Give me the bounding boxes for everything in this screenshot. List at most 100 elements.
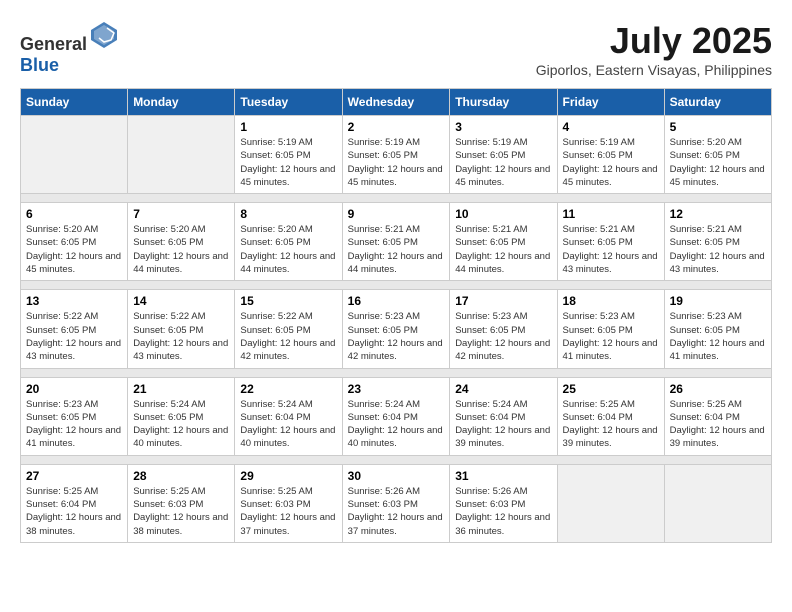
day-number: 28 <box>133 469 229 483</box>
cell-info: Sunrise: 5:24 AMSunset: 6:04 PMDaylight:… <box>455 398 551 451</box>
day-number: 17 <box>455 294 551 308</box>
calendar-day-header: Tuesday <box>235 89 342 116</box>
day-number: 23 <box>348 382 445 396</box>
cell-info: Sunrise: 5:21 AMSunset: 6:05 PMDaylight:… <box>455 223 551 276</box>
calendar-cell: 29 Sunrise: 5:25 AMSunset: 6:03 PMDayligh… <box>235 464 342 542</box>
cell-info: Sunrise: 5:21 AMSunset: 6:05 PMDaylight:… <box>348 223 445 276</box>
day-number: 25 <box>563 382 659 396</box>
cell-info: Sunrise: 5:22 AMSunset: 6:05 PMDaylight:… <box>133 310 229 363</box>
calendar-week-row: 27 Sunrise: 5:25 AMSunset: 6:04 PMDayligh… <box>21 464 772 542</box>
day-number: 16 <box>348 294 445 308</box>
cell-info: Sunrise: 5:22 AMSunset: 6:05 PMDaylight:… <box>240 310 336 363</box>
cell-info: Sunrise: 5:21 AMSunset: 6:05 PMDaylight:… <box>563 223 659 276</box>
day-number: 6 <box>26 207 122 221</box>
calendar-day-header: Friday <box>557 89 664 116</box>
calendar-day-header: Wednesday <box>342 89 450 116</box>
cell-info: Sunrise: 5:24 AMSunset: 6:04 PMDaylight:… <box>240 398 336 451</box>
calendar-day-header: Thursday <box>450 89 557 116</box>
calendar-cell: 12 Sunrise: 5:21 AMSunset: 6:05 PMDayligh… <box>664 203 771 281</box>
cell-info: Sunrise: 5:26 AMSunset: 6:03 PMDaylight:… <box>348 485 445 538</box>
cell-info: Sunrise: 5:23 AMSunset: 6:05 PMDaylight:… <box>670 310 766 363</box>
cell-info: Sunrise: 5:23 AMSunset: 6:05 PMDaylight:… <box>26 398 122 451</box>
cell-info: Sunrise: 5:25 AMSunset: 6:04 PMDaylight:… <box>26 485 122 538</box>
day-number: 24 <box>455 382 551 396</box>
month-year: July 2025 <box>536 20 772 62</box>
cell-info: Sunrise: 5:23 AMSunset: 6:05 PMDaylight:… <box>455 310 551 363</box>
cell-info: Sunrise: 5:20 AMSunset: 6:05 PMDaylight:… <box>26 223 122 276</box>
calendar-cell: 30 Sunrise: 5:26 AMSunset: 6:03 PMDayligh… <box>342 464 450 542</box>
cell-info: Sunrise: 5:25 AMSunset: 6:03 PMDaylight:… <box>240 485 336 538</box>
calendar-cell: 1Sunrise: 5:19 AMSunset: 6:05 PMDaylight… <box>235 116 342 194</box>
cell-info: Sunrise: 5:19 AMSunset: 6:05 PMDaylight:… <box>240 136 336 189</box>
day-number: 15 <box>240 294 336 308</box>
calendar-cell: 24 Sunrise: 5:24 AMSunset: 6:04 PMDayligh… <box>450 377 557 455</box>
calendar-cell: 11 Sunrise: 5:21 AMSunset: 6:05 PMDayligh… <box>557 203 664 281</box>
day-number: 30 <box>348 469 445 483</box>
week-separator <box>21 368 772 377</box>
cell-info: Sunrise: 5:25 AMSunset: 6:03 PMDaylight:… <box>133 485 229 538</box>
day-number: 18 <box>563 294 659 308</box>
logo-icon <box>89 20 119 50</box>
calendar-week-row: 1Sunrise: 5:19 AMSunset: 6:05 PMDaylight… <box>21 116 772 194</box>
day-number: 3 <box>455 120 551 134</box>
calendar-cell: 10Sunrise: 5:21 AMSunset: 6:05 PMDayligh… <box>450 203 557 281</box>
cell-info: Sunrise: 5:20 AMSunset: 6:05 PMDaylight:… <box>133 223 229 276</box>
cell-info: Sunrise: 5:20 AMSunset: 6:05 PMDaylight:… <box>240 223 336 276</box>
logo-general-text: General <box>20 34 87 54</box>
calendar-cell <box>21 116 128 194</box>
cell-info: Sunrise: 5:21 AMSunset: 6:05 PMDaylight:… <box>670 223 766 276</box>
day-number: 29 <box>240 469 336 483</box>
day-number: 12 <box>670 207 766 221</box>
calendar-cell: 16Sunrise: 5:23 AMSunset: 6:05 PMDayligh… <box>342 290 450 368</box>
calendar-cell: 27 Sunrise: 5:25 AMSunset: 6:04 PMDayligh… <box>21 464 128 542</box>
cell-info: Sunrise: 5:19 AMSunset: 6:05 PMDaylight:… <box>348 136 445 189</box>
calendar-cell: 7Sunrise: 5:20 AMSunset: 6:05 PMDaylight… <box>128 203 235 281</box>
calendar-cell: 14 Sunrise: 5:22 AMSunset: 6:05 PMDayligh… <box>128 290 235 368</box>
calendar-cell: 15 Sunrise: 5:22 AMSunset: 6:05 PMDayligh… <box>235 290 342 368</box>
cell-info: Sunrise: 5:24 AMSunset: 6:05 PMDaylight:… <box>133 398 229 451</box>
calendar-cell: 22 Sunrise: 5:24 AMSunset: 6:04 PMDayligh… <box>235 377 342 455</box>
calendar-header-row: SundayMondayTuesdayWednesdayThursdayFrid… <box>21 89 772 116</box>
calendar-week-row: 20Sunrise: 5:23 AMSunset: 6:05 PMDayligh… <box>21 377 772 455</box>
calendar-cell: 19Sunrise: 5:23 AMSunset: 6:05 PMDayligh… <box>664 290 771 368</box>
calendar-cell: 21 Sunrise: 5:24 AMSunset: 6:05 PMDayligh… <box>128 377 235 455</box>
calendar-cell: 20Sunrise: 5:23 AMSunset: 6:05 PMDayligh… <box>21 377 128 455</box>
day-number: 5 <box>670 120 766 134</box>
cell-info: Sunrise: 5:22 AMSunset: 6:05 PMDaylight:… <box>26 310 122 363</box>
day-number: 14 <box>133 294 229 308</box>
calendar-cell <box>664 464 771 542</box>
day-number: 9 <box>348 207 445 221</box>
day-number: 22 <box>240 382 336 396</box>
calendar-cell: 18 Sunrise: 5:23 AMSunset: 6:05 PMDayligh… <box>557 290 664 368</box>
logo: General Blue <box>20 20 119 76</box>
day-number: 21 <box>133 382 229 396</box>
calendar-cell: 25Sunrise: 5:25 AMSunset: 6:04 PMDayligh… <box>557 377 664 455</box>
calendar-cell: 6 Sunrise: 5:20 AMSunset: 6:05 PMDaylight… <box>21 203 128 281</box>
week-separator <box>21 281 772 290</box>
week-separator <box>21 194 772 203</box>
calendar-cell: 13Sunrise: 5:22 AMSunset: 6:05 PMDayligh… <box>21 290 128 368</box>
calendar-cell: 17 Sunrise: 5:23 AMSunset: 6:05 PMDayligh… <box>450 290 557 368</box>
day-number: 26 <box>670 382 766 396</box>
logo-blue-text: Blue <box>20 55 59 75</box>
calendar-cell: 8Sunrise: 5:20 AMSunset: 6:05 PMDaylight… <box>235 203 342 281</box>
cell-info: Sunrise: 5:19 AMSunset: 6:05 PMDaylight:… <box>455 136 551 189</box>
day-number: 27 <box>26 469 122 483</box>
location: Giporlos, Eastern Visayas, Philippines <box>536 62 772 78</box>
calendar-cell: 26 Sunrise: 5:25 AMSunset: 6:04 PMDayligh… <box>664 377 771 455</box>
calendar-cell: 2Sunrise: 5:19 AMSunset: 6:05 PMDaylight… <box>342 116 450 194</box>
cell-info: Sunrise: 5:25 AMSunset: 6:04 PMDaylight:… <box>670 398 766 451</box>
calendar-cell: 31Sunrise: 5:26 AMSunset: 6:03 PMDayligh… <box>450 464 557 542</box>
day-number: 11 <box>563 207 659 221</box>
calendar-week-row: 13Sunrise: 5:22 AMSunset: 6:05 PMDayligh… <box>21 290 772 368</box>
day-number: 31 <box>455 469 551 483</box>
calendar-cell: 5 Sunrise: 5:20 AMSunset: 6:05 PMDaylight… <box>664 116 771 194</box>
week-separator <box>21 455 772 464</box>
cell-info: Sunrise: 5:19 AMSunset: 6:05 PMDaylight:… <box>563 136 659 189</box>
calendar-cell: 9 Sunrise: 5:21 AMSunset: 6:05 PMDaylight… <box>342 203 450 281</box>
page-header: General Blue July 2025 Giporlos, Eastern… <box>20 20 772 78</box>
cell-info: Sunrise: 5:20 AMSunset: 6:05 PMDaylight:… <box>670 136 766 189</box>
calendar-day-header: Sunday <box>21 89 128 116</box>
calendar-day-header: Monday <box>128 89 235 116</box>
cell-info: Sunrise: 5:23 AMSunset: 6:05 PMDaylight:… <box>563 310 659 363</box>
